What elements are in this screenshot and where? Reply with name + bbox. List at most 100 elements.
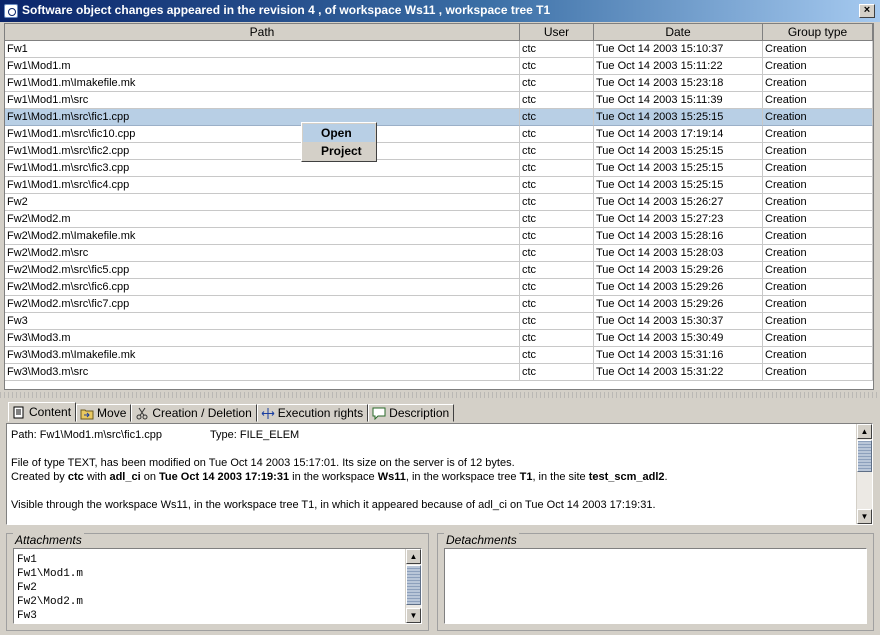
scroll-up-button[interactable]: ▲ — [406, 549, 421, 564]
detail-tabs: Content Move Creation / Deletion Executi… — [8, 402, 455, 423]
window-titlebar[interactable]: Software object changes appeared in the … — [0, 0, 880, 22]
cell-date: Tue Oct 14 2003 15:28:03 — [594, 245, 763, 262]
context-menu: Open Project — [301, 122, 377, 162]
list-item[interactable]: Fw3 — [17, 609, 421, 623]
cell-date: Tue Oct 14 2003 15:25:15 — [594, 109, 763, 126]
table-row[interactable]: Fw1\Mod1.m\src\fic1.cpp ctc Tue Oct 14 200… — [5, 109, 873, 126]
column-header-user[interactable]: User — [520, 24, 594, 41]
details-visible-line: Visible through the workspace Ws11, in t… — [11, 499, 656, 511]
cell-path: Fw1\Mod1.m\src\fic10.cpp — [5, 126, 520, 143]
cell-path: Fw3\Mod3.m\Imakefile.mk — [5, 347, 520, 364]
table-row[interactable]: Fw1\Mod1.m ctc Tue Oct 14 2003 15:11:22 Cre… — [5, 58, 873, 75]
table-row[interactable]: Fw2\Mod2.m\src\fic7.cpp ctc Tue Oct 14 200… — [5, 296, 873, 313]
scroll-thumb[interactable] — [857, 440, 872, 472]
table-body: Fw1 ctc Tue Oct 14 2003 15:10:37 Creation Fw… — [5, 41, 873, 381]
cell-path: Fw1\Mod1.m\src\fic1.cpp — [5, 109, 520, 126]
menu-item-open[interactable]: Open — [303, 124, 375, 142]
table-row[interactable]: Fw2\Mod2.m\src\fic6.cpp ctc Tue Oct 14 200… — [5, 279, 873, 296]
column-header-date[interactable]: Date — [594, 24, 763, 41]
cell-group-type: Creation — [763, 228, 873, 245]
detachments-list[interactable] — [444, 548, 867, 624]
cell-group-type: Creation — [763, 347, 873, 364]
cell-group-type: Creation — [763, 109, 873, 126]
cell-group-type: Creation — [763, 245, 873, 262]
list-item[interactable]: Fw2 — [17, 581, 421, 595]
close-button[interactable]: × — [859, 4, 875, 18]
app-icon — [4, 4, 18, 18]
attachments-list[interactable]: Fw1 Fw1\Mod1.m Fw2 Fw2\Mod2.m Fw3 ▲ ▼ — [13, 548, 422, 624]
scissors-icon — [135, 407, 149, 420]
tab-label: Creation / Deletion — [152, 406, 252, 420]
tab-creation-deletion[interactable]: Creation / Deletion — [131, 404, 257, 422]
table-row[interactable]: Fw3\Mod3.m\src ctc Tue Oct 14 2003 15:31:2… — [5, 364, 873, 381]
details-text-part: in the workspace — [289, 471, 378, 483]
table-row[interactable]: Fw1\Mod1.m\src\fic10.cpp ctc Tue Oct 14 20… — [5, 126, 873, 143]
close-icon: × — [863, 4, 871, 16]
cell-path: Fw1\Mod1.m\Imakefile.mk — [5, 75, 520, 92]
cell-date: Tue Oct 14 2003 15:29:26 — [594, 279, 763, 296]
list-item[interactable]: Fw2\Mod2.m — [17, 595, 421, 609]
cell-path: Fw1\Mod1.m\src — [5, 92, 520, 109]
list-item[interactable]: Fw1 — [17, 553, 421, 567]
column-header-path[interactable]: Path — [5, 24, 520, 41]
cell-date: Tue Oct 14 2003 15:10:37 — [594, 41, 763, 58]
cell-user: ctc — [520, 296, 594, 313]
list-item[interactable]: Fw1\Mod1.m — [17, 567, 421, 581]
details-scrollbar[interactable]: ▲ ▼ — [856, 424, 872, 524]
cell-date: Tue Oct 14 2003 15:25:15 — [594, 160, 763, 177]
cell-group-type: Creation — [763, 313, 873, 330]
cell-user: ctc — [520, 58, 594, 75]
attachments-scrollbar[interactable]: ▲ ▼ — [405, 549, 421, 623]
cell-user: ctc — [520, 347, 594, 364]
table-row[interactable]: Fw1\Mod1.m\src\fic2.cpp ctc Tue Oct 14 200… — [5, 143, 873, 160]
table-row[interactable]: Fw2\Mod2.m\src ctc Tue Oct 14 2003 15:28:0… — [5, 245, 873, 262]
scroll-down-button[interactable]: ▼ — [857, 509, 872, 524]
table-row[interactable]: Fw1\Mod1.m\src ctc Tue Oct 14 2003 15:11:3… — [5, 92, 873, 109]
table-row[interactable]: Fw1\Mod1.m\src\fic4.cpp ctc Tue Oct 14 200… — [5, 177, 873, 194]
table-row[interactable]: Fw1\Mod1.m\Imakefile.mk ctc Tue Oct 14 200… — [5, 75, 873, 92]
path-label: Path: — [11, 429, 37, 441]
vertical-splitter[interactable] — [428, 532, 434, 632]
table-row[interactable]: Fw3 ctc Tue Oct 14 2003 15:30:37 Creation — [5, 313, 873, 330]
scroll-thumb[interactable] — [406, 565, 421, 605]
table-row[interactable]: Fw3\Mod3.m ctc Tue Oct 14 2003 15:30:49 Cre… — [5, 330, 873, 347]
table-row[interactable]: Fw2\Mod2.m\Imakefile.mk ctc Tue Oct 14 200… — [5, 228, 873, 245]
table-row[interactable]: Fw2 ctc Tue Oct 14 2003 15:26:27 Creation — [5, 194, 873, 211]
tab-move[interactable]: Move — [76, 404, 132, 422]
column-header-group-type[interactable]: Group type — [763, 24, 873, 41]
tab-execution-rights[interactable]: Execution rights — [256, 404, 369, 422]
cell-path: Fw2\Mod2.m — [5, 211, 520, 228]
scroll-down-button[interactable]: ▼ — [406, 608, 421, 623]
table-row[interactable]: Fw2\Mod2.m\src\fic5.cpp ctc Tue Oct 14 200… — [5, 262, 873, 279]
cell-user: ctc — [520, 109, 594, 126]
details-text-part: with — [83, 471, 110, 483]
cell-user: ctc — [520, 126, 594, 143]
cell-group-type: Creation — [763, 262, 873, 279]
cell-group-type: Creation — [763, 126, 873, 143]
cell-date: Tue Oct 14 2003 15:23:18 — [594, 75, 763, 92]
scroll-up-button[interactable]: ▲ — [857, 424, 872, 439]
table-row[interactable]: Fw2\Mod2.m ctc Tue Oct 14 2003 15:27:23 Cre… — [5, 211, 873, 228]
horizontal-splitter[interactable] — [0, 392, 880, 398]
menu-item-project[interactable]: Project — [303, 142, 375, 160]
cell-date: Tue Oct 14 2003 15:25:15 — [594, 143, 763, 160]
table-row[interactable]: Fw1 ctc Tue Oct 14 2003 15:10:37 Creation — [5, 41, 873, 58]
details-modified-line: File of type TEXT, has been modified on … — [11, 457, 515, 469]
detachments-group: Detachments — [437, 533, 874, 631]
document-icon — [12, 406, 26, 419]
tab-content[interactable]: Content — [8, 402, 77, 422]
changes-table[interactable]: Path User Date Group type Fw1 ctc Tue Oct … — [4, 23, 874, 390]
table-row[interactable]: Fw1\Mod1.m\src\fic3.cpp ctc Tue Oct 14 200… — [5, 160, 873, 177]
cell-group-type: Creation — [763, 160, 873, 177]
cell-date: Tue Oct 14 2003 15:29:26 — [594, 262, 763, 279]
tab-description[interactable]: Description — [368, 404, 455, 422]
details-highlight: adl_ci — [109, 471, 141, 483]
cell-user: ctc — [520, 41, 594, 58]
cell-date: Tue Oct 14 2003 15:29:26 — [594, 296, 763, 313]
table-row[interactable]: Fw3\Mod3.m\Imakefile.mk ctc Tue Oct 14 200… — [5, 347, 873, 364]
details-text-part: on — [140, 471, 160, 483]
tab-label: Content — [29, 405, 72, 419]
cell-path: Fw1\Mod1.m\src\fic2.cpp — [5, 143, 520, 160]
cell-date: Tue Oct 14 2003 15:11:22 — [594, 58, 763, 75]
details-highlight: Tue Oct 14 2003 17:19:31 — [159, 471, 290, 483]
